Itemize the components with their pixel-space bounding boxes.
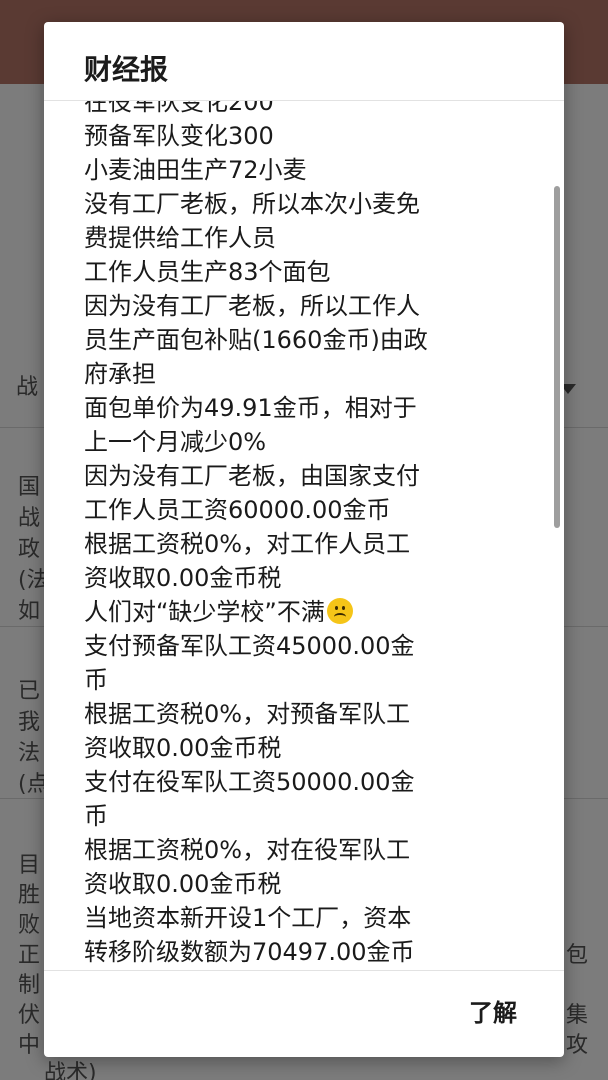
report-message: 在役军队变化200 预备军队变化300 小麦油田生产72小麦没有工厂老板，所以本次小… [84, 101, 524, 971]
report-line-text: 没有工厂老板，所以本次小麦免 [84, 190, 420, 218]
finance-report-dialog: 财经报 在役军队变化200 预备军队变化300 小麦油田生产72小麦没有工厂老板，所… [44, 22, 564, 1057]
screen: 战国战政 (法如已我法 (点目胜败正制伏中战术) 包集攻 财经报 在役军队变化200 预… [0, 0, 608, 1080]
background-text: 包 [566, 943, 589, 968]
report-line: 因为没有工厂老板，所以工作人 [84, 289, 524, 323]
report-line-text: 费提供给工作人员 [84, 224, 276, 252]
report-line: 资收取0.00金币税 [84, 867, 524, 901]
report-line-text: 人们对“缺少学校”不满 [84, 598, 325, 626]
background-text: 我 [18, 710, 41, 735]
background-text: 胜 [18, 883, 41, 908]
report-line-text: 支付预备军队工资45000.00金 [84, 632, 415, 660]
report-line-text: 面包单价为49.91金币，相对于 [84, 394, 417, 422]
report-line-text: 预备军队变化300 [84, 122, 274, 150]
report-line: 员生产面包补贴(1660金币)由政 [84, 323, 524, 357]
background-text: 制 [18, 973, 41, 998]
report-line: 工作人员工资60000.00金币 [84, 493, 524, 527]
background-text: 正 [18, 943, 41, 968]
scrollbar-thumb[interactable] [554, 186, 560, 528]
report-line: 在役军队变化200 [84, 101, 524, 119]
background-text: 中 [18, 1033, 41, 1058]
report-line-text: 员生产面包补贴(1660金币)由政 [84, 326, 428, 354]
report-line: 根据工资税0%，对预备军队工 [84, 697, 524, 731]
report-line-text: 币 [84, 802, 108, 830]
report-line: 根据工资税0%，对在役军队工 [84, 833, 524, 867]
report-line-text: 因为没有工厂老板，由国家支付 [84, 462, 420, 490]
report-line: 人们对“缺少学校”不满 [84, 595, 524, 629]
background-text: 战术) [44, 1061, 97, 1080]
dialog-title: 财经报 [84, 53, 169, 86]
report-line: 费提供给工作人员 [84, 221, 524, 255]
report-line: 当地资本新开设1个工厂，资本 [84, 901, 524, 935]
report-line-text: 币 [84, 666, 108, 694]
report-line-text: 根据工资税0%，对工作人员工 [84, 530, 411, 558]
report-line: 小麦油田生产72小麦 [84, 153, 524, 187]
background-text: 集 [566, 1003, 589, 1028]
report-line: 预备军队变化300 [84, 119, 524, 153]
background-text: 目 [18, 853, 41, 878]
report-line: 资收取0.00金币税 [84, 731, 524, 765]
report-line-text: 府承担 [84, 360, 156, 388]
report-line: 府承担 [84, 357, 524, 391]
report-line-text: 工作人员生产83个面包 [84, 258, 331, 286]
background-text: 如 [18, 599, 41, 624]
background-text: 政 [18, 537, 41, 562]
sad-face-icon [326, 598, 353, 624]
report-line-text: 根据工资税0%，对预备军队工 [84, 700, 411, 728]
report-line: 上一个月减少0% [84, 425, 524, 459]
report-line: 币 [84, 663, 524, 697]
background-text: 战 [16, 375, 39, 400]
background-text: 国 [18, 475, 41, 500]
report-line: 面包单价为49.91金币，相对于 [84, 391, 524, 425]
ok-button[interactable]: 了解 [448, 988, 538, 1038]
background-text: 法 [18, 741, 41, 766]
report-line: 转移阶级数额为70497.00金币 [84, 935, 524, 969]
report-line-text: 工作人员工资60000.00金币 [84, 496, 391, 524]
report-line-text: 小麦油田生产72小麦 [84, 156, 307, 184]
background-text: 战 [18, 506, 41, 531]
report-message-scroll-area[interactable]: 在役军队变化200 预备军队变化300 小麦油田生产72小麦没有工厂老板，所以本次小… [44, 101, 564, 971]
report-line: 资收取0.00金币税 [84, 561, 524, 595]
report-line: 没有工厂老板，所以本次小麦免 [84, 187, 524, 221]
report-line: 根据工资税0%，对工作人员工 [84, 527, 524, 561]
report-line-text: 资收取0.00金币税 [84, 734, 282, 762]
report-line-text: 根据工资税0%，对在役军队工 [84, 836, 411, 864]
report-line-text: 支付在役军队工资50000.00金 [84, 768, 415, 796]
background-text: 败 [18, 913, 41, 938]
report-line: 支付预备军队工资45000.00金 [84, 629, 524, 663]
report-line: 支付在役军队工资50000.00金 [84, 765, 524, 799]
report-line-text: 上一个月减少0% [84, 428, 267, 456]
report-line-text: 资收取0.00金币税 [84, 564, 282, 592]
report-line-text: 转移阶级数额为70497.00金币 [84, 938, 415, 966]
report-line: 币 [84, 799, 524, 833]
bottom-divider [44, 970, 564, 971]
background-text: 已 [18, 679, 41, 704]
report-line-text: 因为没有工厂老板，所以工作人 [84, 292, 420, 320]
background-text: 伏 [18, 1003, 41, 1028]
report-line-text: 当地资本新开设1个工厂，资本 [84, 904, 412, 932]
report-line-text: 资收取0.00金币税 [84, 870, 282, 898]
background-text: 攻 [566, 1033, 589, 1058]
report-line-text: 在役军队变化200 [84, 101, 274, 116]
report-line: 因为没有工厂老板，由国家支付 [84, 459, 524, 493]
report-line: 工作人员生产83个面包 [84, 255, 524, 289]
